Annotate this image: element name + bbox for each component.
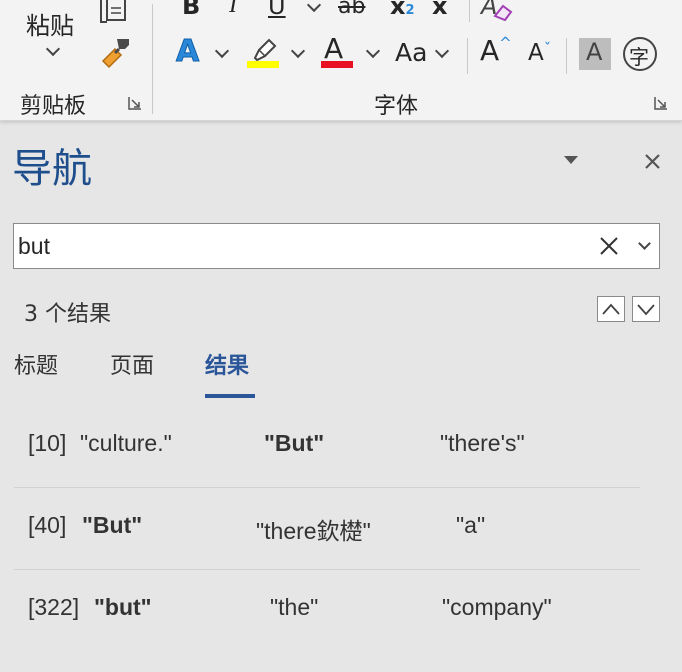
subscript-index: 2 (405, 3, 415, 18)
result-match: "but" (94, 594, 152, 620)
clipboard-dialog-launcher-icon[interactable] (128, 96, 142, 110)
ribbon: 粘贴 剪贴板 B I U ab x2 x A A A Aa A^ Aˇ A 字 … (0, 0, 682, 121)
result-item[interactable]: [10] "culture." "But" "there's" (14, 408, 640, 488)
result-number: [10] (28, 430, 67, 456)
group-separator (152, 4, 153, 114)
bold-button[interactable]: B (182, 0, 200, 20)
next-result-button[interactable] (632, 296, 660, 322)
font-group-label: 字体 (374, 94, 419, 119)
close-icon[interactable] (645, 154, 660, 169)
grow-font-glyph: A (480, 34, 500, 67)
result-number: [322] (28, 594, 80, 620)
underline-dropdown-icon[interactable] (306, 0, 322, 13)
chevron-up-icon (602, 303, 620, 315)
copy-icon[interactable] (96, 0, 132, 24)
result-number: [40] (28, 512, 67, 538)
result-item[interactable]: [40] "But" "there欽檚" "a" (14, 490, 640, 570)
paste-label: 粘贴 (26, 12, 74, 40)
result-context-middle: "there欽檚" (256, 518, 371, 544)
highlight-dropdown-icon[interactable] (290, 43, 306, 59)
result-context-after: "a" (456, 512, 486, 538)
font-dialog-launcher-icon[interactable] (654, 96, 668, 110)
clear-search-icon[interactable] (600, 237, 618, 255)
character-shading-button[interactable]: A (579, 38, 611, 70)
active-tab-indicator (205, 394, 255, 398)
pane-title: 导航 (12, 146, 92, 192)
font-row-separator (467, 38, 468, 74)
result-match: "But" (264, 430, 325, 456)
shrink-font-button[interactable]: Aˇ (528, 40, 551, 66)
clear-formatting-icon[interactable]: A (478, 0, 514, 22)
previous-result-button[interactable] (597, 296, 625, 322)
character-shading-glyph: A (586, 38, 603, 66)
text-effects-button[interactable]: A (175, 34, 199, 70)
clipboard-group-label: 剪贴板 (20, 94, 87, 119)
result-context-before: "culture." (80, 430, 172, 456)
enclose-characters-glyph: 字 (629, 45, 649, 69)
underline-button[interactable]: U (268, 0, 286, 20)
paste-dropdown-icon (45, 41, 61, 57)
result-context-after: "company" (442, 594, 552, 620)
font-color-dropdown-icon[interactable] (365, 43, 381, 59)
format-painter-icon[interactable] (98, 34, 134, 70)
result-context-middle: "the" (270, 594, 319, 620)
svg-text:A: A (479, 0, 497, 20)
shrink-font-caret-icon: ˇ (543, 40, 552, 58)
result-match: "But" (82, 512, 143, 538)
tab-headings[interactable]: 标题 (14, 348, 58, 380)
strikethrough-button[interactable]: ab (338, 0, 365, 19)
tab-pages[interactable]: 页面 (110, 348, 154, 380)
result-count: 3 个结果 (24, 302, 111, 327)
search-box (13, 223, 660, 269)
grow-font-caret-icon: ^ (499, 34, 512, 52)
search-input[interactable] (18, 224, 578, 268)
change-case-dropdown-icon[interactable] (434, 43, 450, 59)
result-item[interactable]: [322] "but" "the" "company" (14, 572, 640, 652)
font-color-bar (321, 61, 353, 68)
subscript-glyph: x (390, 0, 406, 20)
grow-font-button[interactable]: A^ (480, 34, 512, 67)
superscript-button[interactable]: x (432, 0, 447, 20)
highlight-pen-icon[interactable] (248, 36, 280, 62)
paste-button[interactable]: 粘贴 (22, 0, 82, 70)
tab-results[interactable]: 结果 (205, 348, 249, 380)
highlight-color-bar (247, 61, 279, 68)
font-row-separator (469, 0, 470, 22)
chevron-down-icon (637, 304, 655, 316)
font-row-separator (566, 38, 567, 74)
pane-options-icon[interactable] (564, 156, 578, 165)
italic-button[interactable]: I (229, 0, 237, 19)
result-context-after: "there's" (440, 430, 525, 456)
change-case-button[interactable]: Aa (395, 38, 427, 67)
subscript-button[interactable]: x2 (390, 0, 415, 20)
shrink-font-glyph: A (528, 40, 544, 66)
text-effects-dropdown-icon[interactable] (214, 43, 230, 59)
result-divider (14, 487, 640, 488)
result-divider (14, 569, 640, 570)
enclose-characters-button[interactable]: 字 (623, 37, 657, 71)
search-options-dropdown-icon[interactable] (638, 237, 651, 250)
